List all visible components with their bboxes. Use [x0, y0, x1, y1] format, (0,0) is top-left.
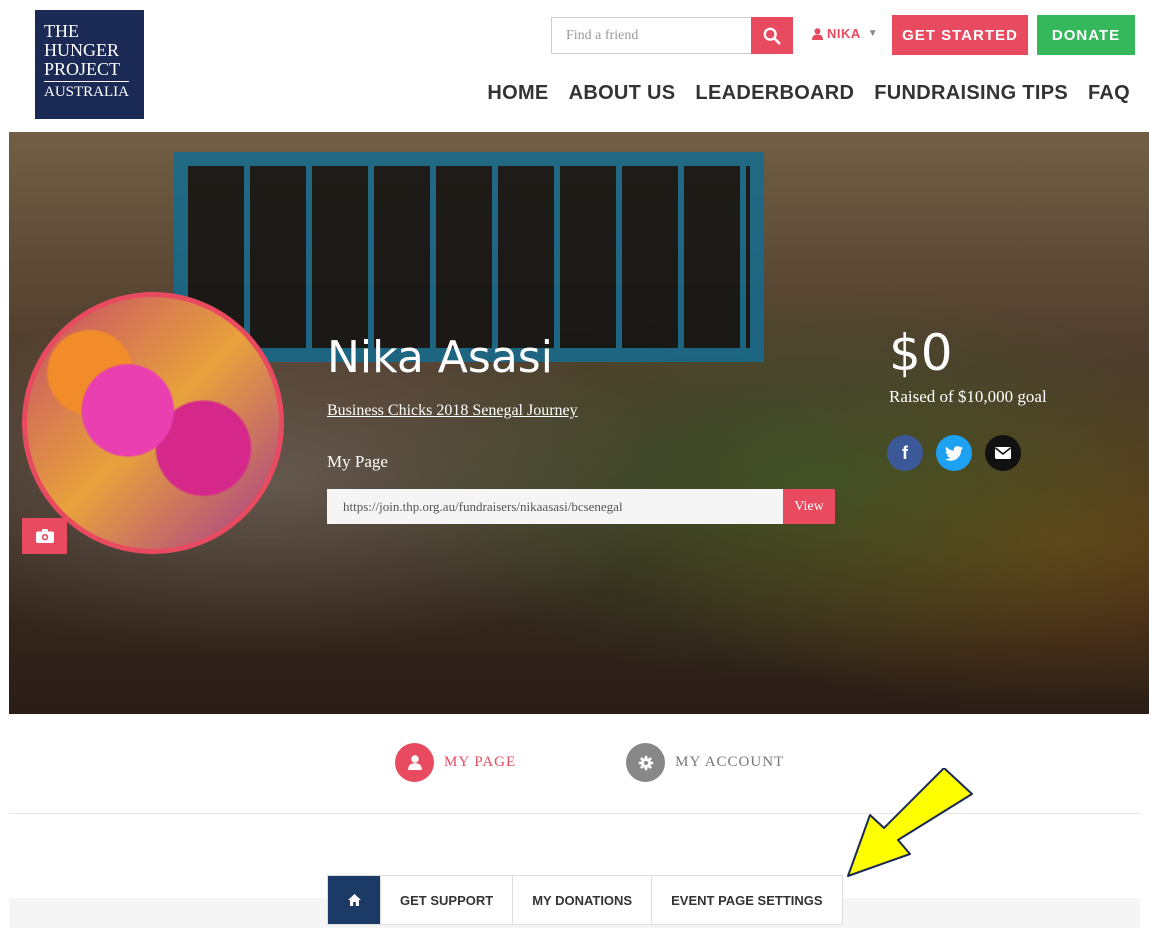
- goal-text: Raised of $10,000 goal: [889, 387, 1047, 406]
- logo-line-2: HUNGER: [44, 40, 119, 60]
- caret-down-icon: ▼: [867, 28, 879, 39]
- tab-my-page[interactable]: MY PAGE: [395, 743, 516, 782]
- event-link[interactable]: Business Chicks 2018 Senegal Journey: [327, 402, 578, 420]
- camera-icon: [35, 529, 54, 543]
- hero-banner: Nika Asasi Business Chicks 2018 Senegal …: [9, 132, 1149, 714]
- hunger-project-logo[interactable]: THE HUNGER PROJECT AUSTRALIA: [35, 10, 144, 119]
- nav-faq[interactable]: FAQ: [1088, 82, 1130, 105]
- logo-line-3: PROJECT: [44, 59, 121, 79]
- logo-line-1: THE: [44, 21, 79, 41]
- tab-my-account-label: MY ACCOUNT: [675, 754, 785, 770]
- main-nav: HOME ABOUT US LEADERBOARD FUNDRAISING TI…: [487, 82, 1130, 105]
- subnav-my-donations[interactable]: MY DONATIONS: [512, 876, 651, 924]
- twitter-icon[interactable]: [936, 435, 972, 471]
- view-page-button[interactable]: View: [783, 489, 835, 524]
- page-url-box: View: [327, 489, 835, 524]
- profile-tabs: MY PAGE MY ACCOUNT: [395, 743, 784, 782]
- nav-about-us[interactable]: ABOUT US: [569, 82, 676, 105]
- share-buttons: f: [887, 435, 1021, 471]
- amount-raised: $0: [889, 324, 953, 382]
- subnav-event-page-settings[interactable]: EVENT PAGE SETTINGS: [651, 876, 841, 924]
- dashboard-subnav: GET SUPPORT MY DONATIONS EVENT PAGE SETT…: [327, 875, 843, 925]
- nav-fundraising-tips[interactable]: FUNDRAISING TIPS: [874, 82, 1068, 105]
- subnav-get-support[interactable]: GET SUPPORT: [380, 876, 512, 924]
- user-name: NIKA: [827, 26, 861, 41]
- home-icon: [347, 894, 361, 906]
- user-icon: [395, 743, 434, 782]
- tab-my-account[interactable]: MY ACCOUNT: [626, 743, 784, 782]
- fundraiser-name: Nika Asasi: [327, 332, 553, 383]
- user-icon: [812, 27, 823, 40]
- get-started-button[interactable]: GET STARTED: [892, 15, 1028, 55]
- change-photo-button[interactable]: [22, 518, 67, 554]
- user-menu[interactable]: NIKA ▼: [812, 26, 878, 41]
- logo-line-4: AUSTRALIA: [44, 81, 129, 102]
- friend-search-input[interactable]: [551, 17, 751, 54]
- friend-search: [551, 17, 793, 54]
- gear-icon: [626, 743, 666, 782]
- subnav-home[interactable]: [328, 876, 380, 924]
- facebook-icon[interactable]: f: [887, 435, 923, 471]
- annotation-arrow: [847, 768, 973, 877]
- donate-button[interactable]: DONATE: [1037, 15, 1135, 55]
- profile-avatar: [22, 292, 284, 554]
- page-url-field[interactable]: [327, 489, 783, 524]
- email-icon[interactable]: [985, 435, 1021, 471]
- search-button[interactable]: [751, 17, 793, 54]
- tab-my-page-label: MY PAGE: [444, 754, 517, 770]
- nav-home[interactable]: HOME: [487, 82, 548, 105]
- nav-leaderboard[interactable]: LEADERBOARD: [695, 82, 854, 105]
- my-page-label: My Page: [327, 452, 388, 471]
- search-icon: [763, 27, 781, 44]
